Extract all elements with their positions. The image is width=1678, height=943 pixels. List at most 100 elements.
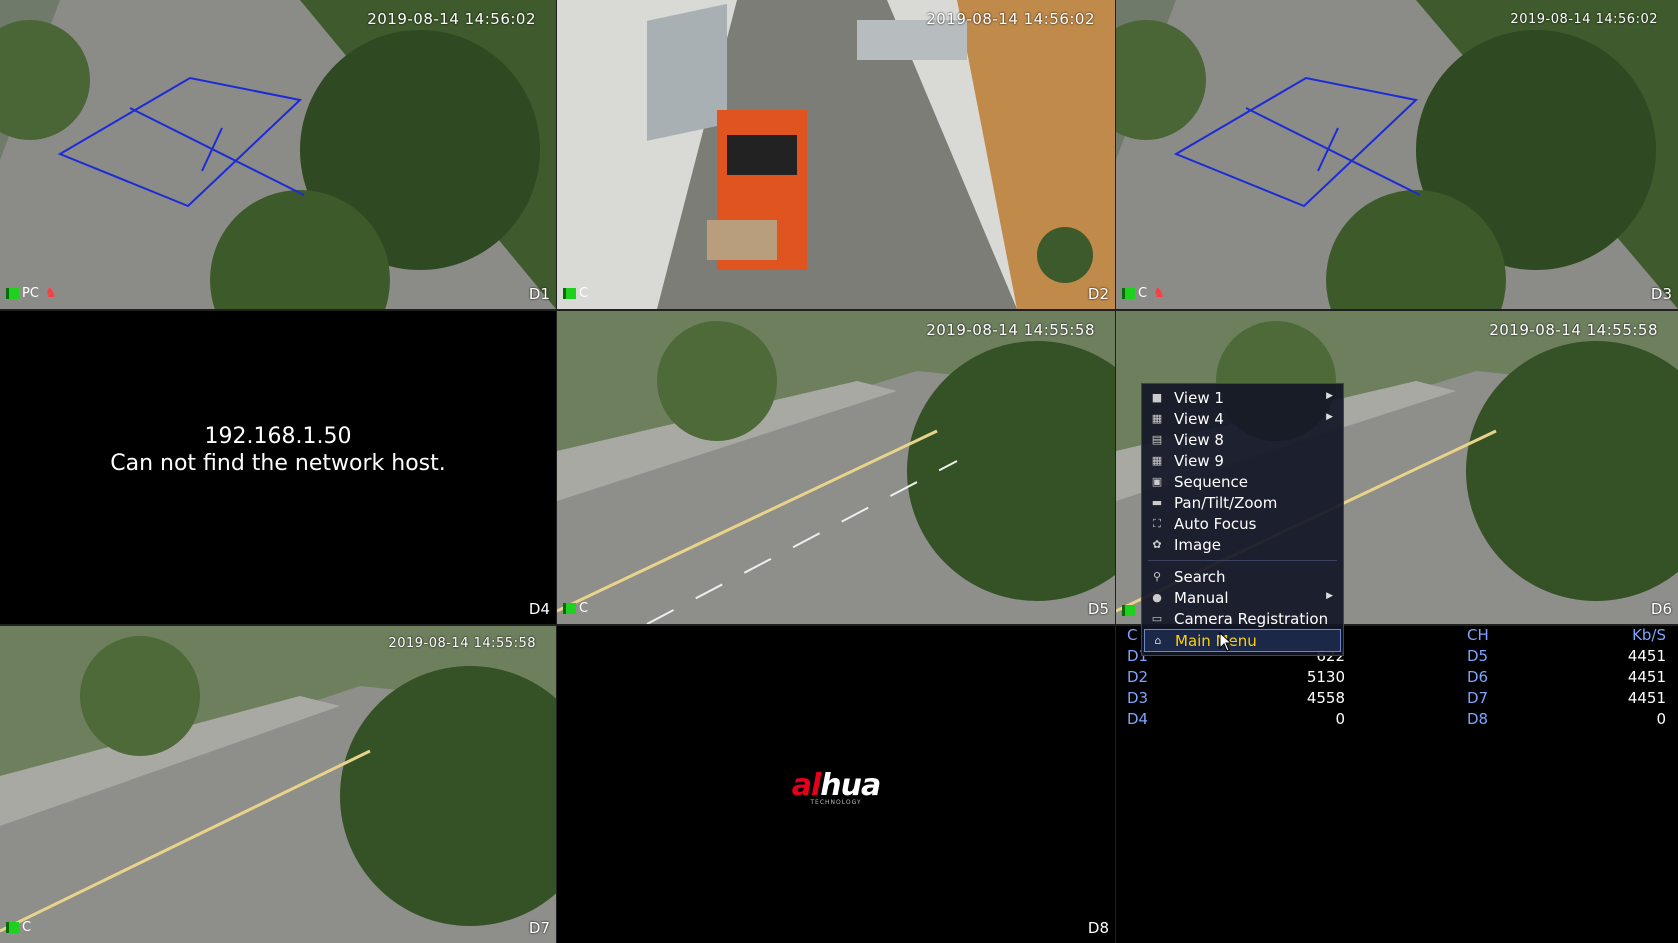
menu-item-view-1[interactable]: ■ View 1 ▶	[1142, 387, 1343, 408]
view9-icon: ▦	[1151, 454, 1163, 467]
submenu-arrow-icon: ▶	[1326, 412, 1333, 422]
status-text: C	[579, 601, 589, 616]
channel-status: C ♞	[1122, 286, 1165, 301]
channel-id: D8	[1467, 710, 1489, 728]
menu-item-label: Pan/Tilt/Zoom	[1174, 493, 1278, 512]
offline-text: Can not find the network host.	[110, 451, 446, 476]
manual-icon: ●	[1152, 591, 1162, 604]
channel-status: C	[563, 286, 588, 301]
menu-separator	[1148, 560, 1337, 561]
channel-id: D3	[1127, 689, 1149, 707]
channel-id: D2	[1127, 668, 1149, 686]
camera-tile-d7[interactable]: 2019-08-14 14:55:58 C D7	[0, 626, 556, 943]
menu-item-label: Main Menu	[1175, 631, 1257, 650]
header-channel-left: C	[1127, 626, 1138, 644]
menu-item-ptz[interactable]: ▬ Pan/Tilt/Zoom	[1142, 492, 1343, 513]
channel-id: D6	[1467, 668, 1489, 686]
logo-prefix: al	[791, 768, 822, 803]
bitrate-row: D3 4558 D7 4451	[1115, 689, 1675, 710]
bitrate-value: 4451	[1627, 668, 1666, 686]
record-indicator-icon	[563, 603, 576, 614]
menu-item-main-menu[interactable]: ⌂ Main Menu	[1144, 629, 1341, 652]
bitrate-value: 5130	[1306, 668, 1345, 686]
bitrate-value: 4558	[1306, 689, 1345, 707]
timestamp: 2019-08-14 14:56:02	[367, 10, 536, 28]
camera-tile-d4[interactable]: 192.168.1.50 Can not find the network ho…	[0, 311, 556, 624]
search-icon: ⚲	[1152, 570, 1162, 583]
channel-status: C	[6, 920, 31, 935]
menu-item-auto-focus[interactable]: ⛶ Auto Focus	[1142, 513, 1343, 534]
motion-alert-icon: ♞	[1153, 286, 1165, 301]
camera-grid: 2019-08-14 14:56:02 PC ♞ D1 2019-08-14 14…	[0, 0, 1678, 943]
record-indicator-icon	[1122, 605, 1135, 616]
mouse-cursor-icon	[1219, 632, 1233, 652]
focus-icon: ⛶	[1153, 516, 1161, 530]
menu-item-label: View 4	[1174, 409, 1224, 428]
status-text: C	[579, 286, 589, 301]
camera-tile-d1[interactable]: 2019-08-14 14:56:02 PC ♞ D1	[0, 0, 556, 309]
dahua-logo: alhua TECHNOLOGY	[557, 768, 1115, 806]
menu-item-manual[interactable]: ● Manual ▶	[1142, 587, 1343, 608]
menu-item-view-9[interactable]: ▦ View 9	[1142, 450, 1343, 471]
motion-alert-icon: ♞	[44, 286, 57, 301]
timestamp: 2019-08-14 14:55:58	[926, 321, 1095, 339]
channel-label: D3	[1650, 285, 1672, 303]
channel-id: D5	[1467, 647, 1489, 665]
menu-item-label: View 1	[1174, 388, 1224, 407]
status-text: PC	[22, 286, 39, 301]
view8-icon: ▤	[1151, 433, 1163, 446]
record-indicator-icon	[6, 288, 19, 299]
channel-id: D7	[1467, 689, 1489, 707]
channel-label: D1	[528, 285, 550, 303]
submenu-arrow-icon: ▶	[1326, 591, 1333, 601]
menu-item-label: Camera Registration	[1174, 609, 1329, 628]
menu-item-sequence[interactable]: ▣ Sequence	[1142, 471, 1343, 492]
home-icon: ⌂	[1154, 634, 1162, 647]
status-text: C	[1138, 286, 1148, 301]
offline-ip: 192.168.1.50	[204, 424, 352, 449]
view1-icon: ■	[1151, 391, 1163, 404]
bitrate-row: D4 0 D8 0	[1115, 710, 1675, 731]
camera-tile-d5[interactable]: 2019-08-14 14:55:58 C D5	[557, 311, 1115, 624]
menu-item-view-4[interactable]: ▦ View 4 ▶	[1142, 408, 1343, 429]
logo-main: hua	[820, 768, 881, 803]
ptz-icon: ▬	[1151, 496, 1163, 509]
bitrate-value: 4451	[1627, 647, 1666, 665]
camera-tile-d8[interactable]: alhua TECHNOLOGY D8	[557, 626, 1115, 943]
record-indicator-icon	[1122, 288, 1135, 299]
channel-status	[1122, 605, 1135, 616]
channel-label: D8	[1087, 919, 1109, 937]
camera-registration-icon: ▭	[1151, 612, 1163, 625]
channel-label: D2	[1087, 285, 1109, 303]
status-text: C	[22, 920, 32, 935]
office-scene	[557, 0, 1115, 309]
street-scene	[1116, 0, 1678, 309]
record-indicator-icon	[563, 288, 576, 299]
record-indicator-icon	[6, 922, 19, 933]
image-icon: ✿	[1152, 538, 1162, 551]
menu-item-search[interactable]: ⚲ Search	[1142, 566, 1343, 587]
menu-item-label: Auto Focus	[1174, 514, 1257, 533]
timestamp: 2019-08-14 14:56:02	[926, 10, 1095, 28]
channel-label: D7	[528, 919, 550, 937]
camera-tile-d3[interactable]: 2019-08-14 14:56:02 C ♞ D3	[1116, 0, 1678, 309]
channel-label: D5	[1087, 600, 1109, 618]
header-kbs-right: Kb/S	[1632, 626, 1666, 644]
camera-tile-d2[interactable]: 2019-08-14 14:56:02 C D2	[557, 0, 1115, 309]
logo-subtitle: TECHNOLOGY	[810, 799, 862, 806]
menu-item-label: Image	[1174, 535, 1221, 554]
street-scene	[0, 0, 556, 309]
sequence-icon: ▣	[1151, 475, 1163, 488]
bitrate-value: 0	[1335, 710, 1345, 728]
menu-item-view-8[interactable]: ▤ View 8	[1142, 429, 1343, 450]
channel-label: D6	[1650, 600, 1672, 618]
context-menu: ■ View 1 ▶ ▦ View 4 ▶ ▤ View 8 ▦ View 9 ▣ Seque…	[1141, 383, 1344, 656]
menu-item-camera-registration[interactable]: ▭ Camera Registration	[1142, 608, 1343, 629]
bitrate-value: 4451	[1627, 689, 1666, 707]
timestamp: 2019-08-14 14:55:58	[388, 636, 536, 651]
channel-status: PC ♞	[6, 286, 57, 301]
header-channel-right: CH	[1467, 626, 1489, 644]
menu-item-image[interactable]: ✿ Image	[1142, 534, 1343, 555]
menu-item-label: Search	[1174, 567, 1226, 586]
bitrate-row: D2 5130 D6 4451	[1115, 668, 1675, 689]
